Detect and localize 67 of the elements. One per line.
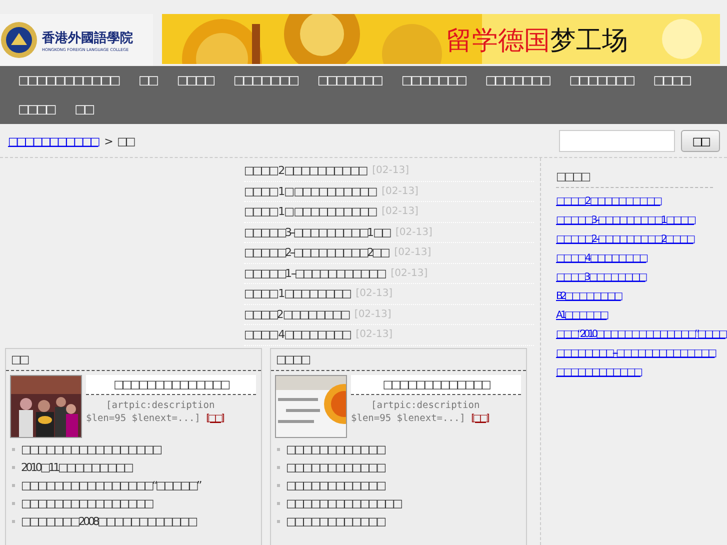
sidebar-link[interactable]: □□□□ 4 □□□□□□□□ [556,249,727,268]
sidebar-link[interactable]: B2□□□□□□□□ [556,287,727,306]
logo-name: 香港外國語學院 [42,30,133,46]
nav-link[interactable]: □□□□ [8,95,65,124]
news-link[interactable]: □□□□□□□□□□□□□□□□□ [21,443,160,456]
sidebar-link[interactable]: □□□□□3--□□□□□□□□□1 □□□□ [556,211,727,230]
article-link[interactable]: □□□□ 1 □□□□□□□□ [244,287,350,300]
sidebar-title: □□□□ [556,170,713,188]
search-field[interactable] [559,130,675,152]
article-link[interactable]: □□□□2 □□□□□□□□ [244,308,348,321]
nav-link[interactable]: □□□□ [166,66,224,95]
article-link[interactable]: □□□□ 4 □□□□□□□□ [244,328,350,342]
feature-title[interactable]: □□□□□□□□□□□□□□ [86,374,256,394]
article-link[interactable]: □□□□□3--□□□□□□□□□1 □□ [244,226,390,239]
bullet-icon [277,448,280,451]
sidebar-link[interactable]: □□□□□□□□□□□□ [556,363,727,382]
nav-link[interactable]: □□□□□□□ [391,66,476,95]
feature-description: [artpic:description $len=95 $lenext=...] [□□] [351,398,490,424]
news-link[interactable]: □□□□□□□2008□□□□□□□□□□□□ [21,515,196,528]
nav-link[interactable]: □□□□□□□ [559,66,644,95]
article-link[interactable]: □□□□ 1 □ □□□□□□□□□□ [244,205,376,218]
bullet-icon [12,448,15,451]
bullet-icon [12,520,15,523]
nav-link[interactable]: □□ [64,95,103,124]
article-link[interactable]: □□□□ 2 □□□□□□□□□□ [244,164,366,178]
breadcrumb-separator: > [104,134,112,148]
article-link[interactable]: □□□□□2--□□□□□□□□□2□□ [244,246,388,260]
news-link[interactable]: □□□□□□□□□□□□□□□□ [21,497,152,510]
bullet-icon [12,502,15,505]
news-link[interactable]: 2010□11□□□□□□□□□ [21,461,132,474]
sidebar-link[interactable]: □□□□□2--□□□□□□□□□2□□□□ [556,230,727,249]
bullet-icon [12,484,15,487]
sidebar-link[interactable]: □□□□3 □□□□□□□□ [556,268,727,287]
news-link[interactable]: □□□□□□□□□□□□ [286,515,384,528]
sidebar-link[interactable]: □□□□□□□□---□□□□□□□□□□□□□□ [556,344,727,363]
more-link[interactable]: [□□] [471,412,488,424]
news-link[interactable]: □□□□□□□□□□□□ [286,461,384,474]
news-link[interactable]: □□□□□□□□□□□□ [286,479,384,492]
nav-link[interactable]: □□□□□□□□□□□ [8,66,129,95]
article-link[interactable]: □□□□□1 --□□□□□□□□□□□ [244,266,385,280]
feature-title[interactable]: □□□□□□□□□□□□□ [351,374,521,394]
article-link[interactable]: □□□□ 1 □ □□□□□□□□□□ [244,184,376,198]
bullet-icon [12,466,15,469]
panel-title: □□□□ [276,352,309,366]
bullet-icon [277,520,280,523]
banner-slogan: 留学德国梦工场 [446,25,628,58]
breadcrumb-link[interactable]: □□□□□□□□□□□ [8,134,98,148]
feature-description: [artpic:description $len=95 $lenext=...] [□□] [86,398,224,424]
news-link[interactable]: □□□□□□□□□□□□□□□□“□□□□□” [21,479,200,492]
bullet-icon [277,466,280,469]
nav-link[interactable]: □□□□□□□ [307,66,392,95]
nav-link[interactable]: □□□□□□□ [475,66,560,95]
sidebar-link[interactable]: A1□□□□□□ [556,306,727,325]
nav-link[interactable]: □□□□□□□ [223,66,308,95]
emblem-icon [0,21,38,59]
search-button[interactable]: □□ [681,130,720,152]
sidebar-link[interactable]: □□□“2010□□□□□□□□□□□□□□”□□□□ [556,325,727,344]
panel-title: □□ [11,352,28,366]
nav-link[interactable]: □□□□ [643,66,700,95]
nav-link[interactable]: □□ [128,66,167,95]
news-link[interactable]: □□□□□□□□□□□□ [286,443,384,456]
breadcrumb-current: □□ [117,134,134,148]
bullet-icon [277,484,280,487]
more-link[interactable]: [□□] [206,412,223,424]
sidebar-link[interactable]: □□□□ 2 □□□□□□□□□□ [556,192,727,211]
news-link[interactable]: □□□□□□□□□□□□□□ [286,497,401,510]
bullet-icon [277,502,280,505]
